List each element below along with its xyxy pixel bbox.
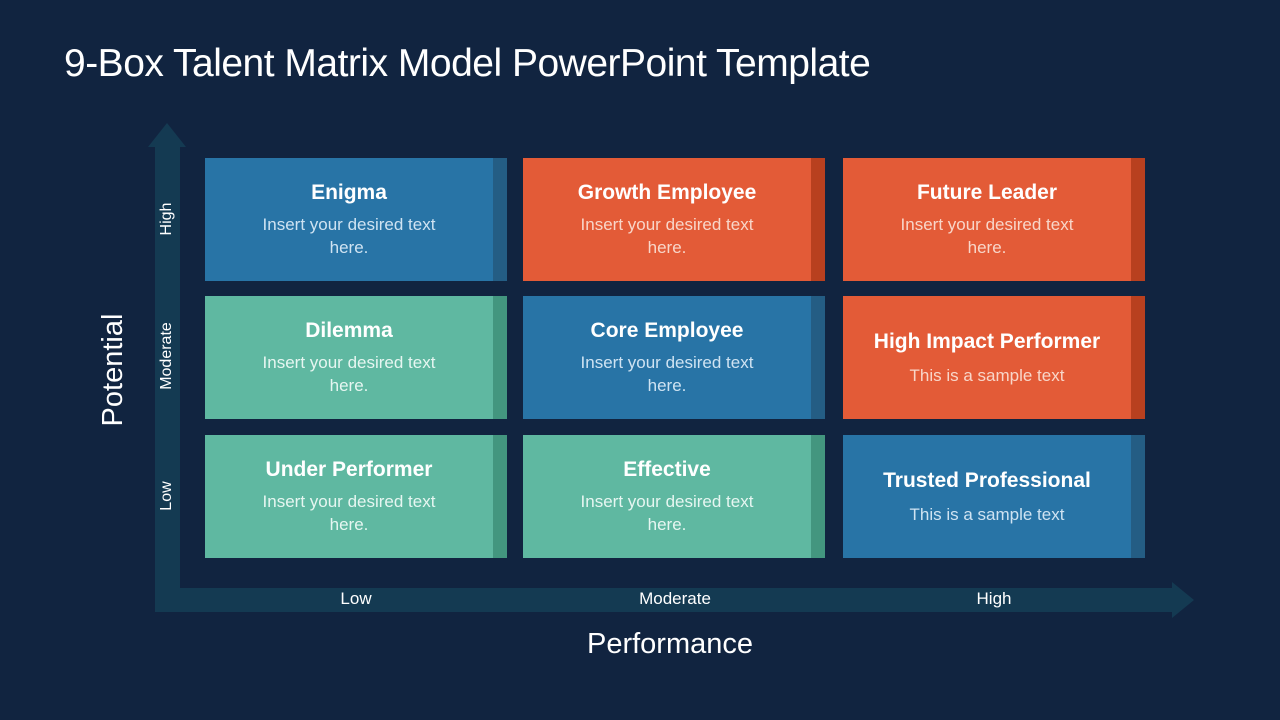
box-description: Insert your desired text here.	[580, 492, 754, 534]
box-description: Insert your desired text here.	[262, 353, 436, 395]
matrix-box-effective: Effective Insert your desired text here.	[523, 435, 825, 558]
box-side-strip	[493, 435, 507, 558]
box-description: This is a sample text	[909, 504, 1065, 524]
box-description: Insert your desired text here.	[262, 492, 436, 534]
x-axis-arrow-head-icon	[1172, 582, 1194, 618]
x-axis-title: Performance	[586, 628, 753, 660]
matrix-box-core-employee: Core Employee Insert your desired text he…	[523, 296, 825, 419]
y-tick-moderate: Moderate	[158, 322, 175, 390]
x-tick-moderate: Moderate	[639, 589, 711, 608]
matrix-box-growth-employee: Growth Employee Insert your desired text …	[523, 158, 825, 281]
box-description: This is a sample text	[909, 365, 1065, 385]
box-side-strip	[811, 296, 825, 419]
y-axis-title: Potential	[97, 313, 129, 427]
box-title: High Impact Performer	[873, 329, 1101, 353]
box-description: Insert your desired text here.	[580, 353, 754, 395]
box-title: Future Leader	[916, 181, 1058, 204]
box-title: Trusted Professional	[883, 468, 1091, 492]
box-side-strip	[811, 435, 825, 558]
box-title: Core Employee	[590, 319, 744, 342]
y-tick-high: High	[158, 202, 175, 236]
matrix-box-dilemma: Dilemma Insert your desired text here.	[205, 296, 507, 419]
matrix-box-under-performer: Under Performer Insert your desired text …	[205, 435, 507, 558]
matrix-box-high-impact-performer: High Impact Performer This is a sample te…	[843, 296, 1145, 419]
box-side-strip	[493, 296, 507, 419]
box-description: Insert your desired text here.	[580, 215, 754, 257]
box-title: Effective	[623, 458, 711, 481]
box-description: Insert your desired text here.	[262, 215, 436, 257]
matrix-box-enigma: Enigma Insert your desired text here.	[205, 158, 507, 281]
box-title: Growth Employee	[577, 181, 757, 204]
box-side-strip	[1131, 435, 1145, 558]
matrix-box-future-leader: Future Leader Insert your desired text he…	[843, 158, 1145, 281]
matrix-box-trusted-professional: Trusted Professional This is a sample tex…	[843, 435, 1145, 558]
slide-title: 9-Box Talent Matrix Model PowerPoint Tem…	[64, 42, 871, 85]
box-side-strip	[1131, 158, 1145, 281]
x-tick-high: High	[976, 589, 1012, 608]
y-tick-low: Low	[158, 481, 175, 511]
x-tick-low: Low	[340, 589, 372, 608]
box-title: Under Performer	[265, 458, 433, 481]
box-title: Dilemma	[305, 319, 393, 342]
box-side-strip	[811, 158, 825, 281]
box-description: Insert your desired text here.	[900, 215, 1074, 257]
box-side-strip	[493, 158, 507, 281]
box-side-strip	[1131, 296, 1145, 419]
y-axis-arrow-head-icon	[148, 123, 186, 147]
box-title: Enigma	[311, 181, 387, 204]
